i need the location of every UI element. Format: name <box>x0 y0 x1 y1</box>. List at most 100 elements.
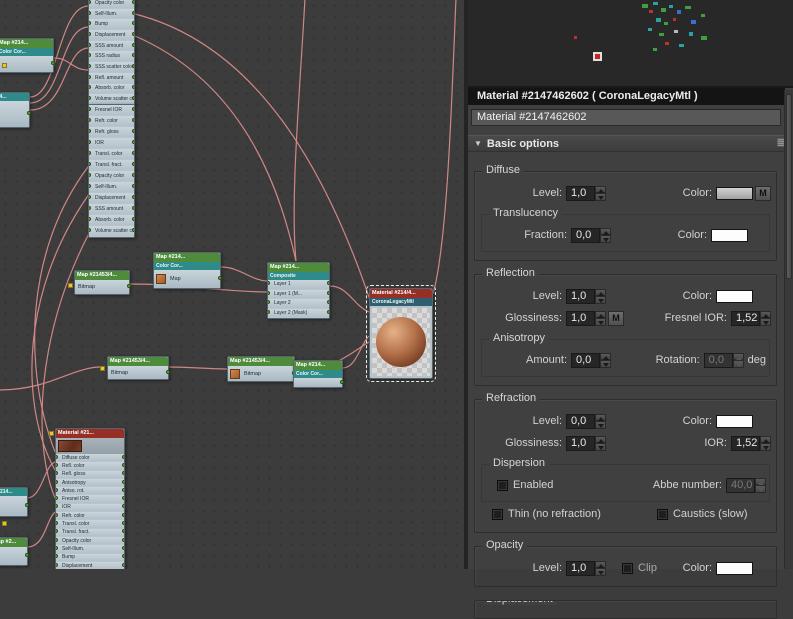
output-socket[interactable] <box>122 554 124 558</box>
output-socket[interactable] <box>132 184 134 188</box>
material-name-field[interactable]: Material #2147462602 <box>471 109 781 126</box>
output-socket[interactable] <box>122 504 124 508</box>
corona-material-node[interactable]: Material #214/4...CoronaLegacyMtl <box>369 288 433 379</box>
corona-material-node-subtitle[interactable]: CoronaLegacyMtl <box>370 298 432 306</box>
bitmap-c-title[interactable]: Map #21453/4... <box>228 357 294 366</box>
output-socket[interactable] <box>132 21 134 25</box>
spinner-up-icon[interactable] <box>760 311 771 319</box>
refraction-color-swatch[interactable] <box>716 415 753 428</box>
spinner-down-icon[interactable] <box>733 360 744 368</box>
spinner-down-icon[interactable] <box>595 193 606 201</box>
composite-node-title[interactable]: Map #214... <box>268 263 329 272</box>
map-node-bl1-subtitle[interactable]: ...#214... <box>0 488 27 496</box>
refraction-glossiness-value[interactable]: 1,0 <box>566 436 595 451</box>
color-correct-c[interactable]: Map #214...Color Cor... <box>293 360 343 388</box>
spinner-down-icon[interactable] <box>600 235 611 243</box>
output-socket[interactable] <box>132 217 134 221</box>
input-socket[interactable] <box>89 43 91 47</box>
composite-node-subtitle[interactable]: Composite <box>268 272 329 280</box>
output-socket[interactable] <box>132 0 134 4</box>
output-socket[interactable] <box>122 488 124 492</box>
spinner-down-icon[interactable] <box>595 568 606 576</box>
clip-checkbox[interactable] <box>622 563 633 574</box>
map-color-correct-a-subtitle[interactable]: Color Cor... <box>0 48 53 56</box>
input-socket[interactable] <box>89 21 91 25</box>
corona-inputs-b[interactable]: Fresnel IORRefr. colorRefr. glossIORTran… <box>88 104 135 238</box>
abbe-number-value[interactable]: 40,0 <box>726 478 755 493</box>
spinner-up-icon[interactable] <box>595 186 606 194</box>
input-socket[interactable] <box>56 480 58 484</box>
output-socket[interactable] <box>122 463 124 467</box>
fraction-spinner[interactable]: 0,0 <box>571 228 611 243</box>
panel-scrollbar[interactable] <box>784 90 793 569</box>
corona-material-node-title[interactable]: Material #214/4... <box>370 289 432 298</box>
output-socket[interactable] <box>122 529 124 533</box>
spinner-down-icon[interactable] <box>595 443 606 451</box>
output-socket[interactable] <box>132 107 134 111</box>
navigator-view[interactable] <box>468 0 793 88</box>
map-socket[interactable] <box>68 283 73 288</box>
corona-inputs-a[interactable]: Opacity colorSelf-Illum.BumpDisplacement… <box>88 0 135 106</box>
refraction-level-value[interactable]: 0,0 <box>566 414 595 429</box>
composite-node[interactable]: Map #214...CompositeLayer 1Layer 1 (M...… <box>267 262 330 319</box>
map-node-left-subtitle[interactable]: ...#214... <box>0 93 29 101</box>
output-socket[interactable] <box>132 32 134 36</box>
bitmap-b-title[interactable]: Map #21453/4... <box>108 357 168 366</box>
bitmap-a[interactable]: Map #21453/4...Bitmap <box>74 270 130 295</box>
thin-checkbox[interactable] <box>492 509 503 520</box>
fresnel-ior-spinner[interactable]: 1,52 <box>731 311 771 326</box>
opacity-color-swatch[interactable] <box>716 562 753 575</box>
node-wire[interactable] <box>169 367 227 369</box>
output-socket[interactable] <box>132 64 134 68</box>
input-socket[interactable] <box>268 291 270 295</box>
input-socket[interactable] <box>89 140 91 144</box>
node-wire[interactable] <box>330 286 369 312</box>
input-socket[interactable] <box>56 563 58 567</box>
spinner-up-icon[interactable] <box>595 289 606 297</box>
map-socket[interactable] <box>2 521 7 526</box>
output-socket[interactable] <box>132 53 134 57</box>
output-socket[interactable] <box>132 140 134 144</box>
output-socket[interactable] <box>132 228 134 232</box>
spinner-up-icon[interactable] <box>595 414 606 422</box>
node-wire[interactable] <box>221 267 267 281</box>
node-wire[interactable] <box>0 367 100 390</box>
spinner-down-icon[interactable] <box>755 485 766 493</box>
output-socket[interactable] <box>132 118 134 122</box>
input-socket[interactable] <box>56 496 58 500</box>
input-socket[interactable] <box>89 129 91 133</box>
node-canvas[interactable]: Opacity colorSelf-Illum.BumpDisplacement… <box>0 0 464 569</box>
scrollbar-thumb[interactable] <box>786 94 792 279</box>
map-node-left[interactable]: ...#214... <box>0 92 30 128</box>
output-socket[interactable] <box>122 455 124 459</box>
map-color-correct-a-title[interactable]: Map #214... <box>0 39 53 48</box>
output-socket[interactable] <box>218 276 222 280</box>
input-socket[interactable] <box>89 217 91 221</box>
node-wire[interactable] <box>135 36 296 261</box>
output-socket[interactable] <box>127 284 131 288</box>
input-socket[interactable] <box>56 529 58 533</box>
input-socket[interactable] <box>56 455 58 459</box>
output-socket[interactable] <box>340 380 344 384</box>
node-wire[interactable] <box>27 462 55 498</box>
reflection-level-value[interactable]: 1,0 <box>566 289 595 304</box>
rotation-spinner[interactable]: 0,0 <box>704 353 744 368</box>
spinner-down-icon[interactable] <box>600 360 611 368</box>
output-socket[interactable] <box>327 291 329 295</box>
color-correct-b[interactable]: Map #214...Color Cor...Map <box>153 252 221 289</box>
amount-spinner[interactable]: 0,0 <box>571 353 611 368</box>
output-socket[interactable] <box>132 43 134 47</box>
output-socket[interactable] <box>132 151 134 155</box>
input-socket[interactable] <box>56 554 58 558</box>
color-correct-c-subtitle[interactable]: Color Cor... <box>294 370 342 378</box>
input-socket[interactable] <box>56 488 58 492</box>
input-socket[interactable] <box>89 184 91 188</box>
map-node-bl1[interactable]: ...#214... <box>0 487 28 517</box>
spinner-down-icon[interactable] <box>595 318 606 326</box>
abbe-number-spinner[interactable]: 40,0 <box>726 478 766 493</box>
output-socket[interactable] <box>327 300 329 304</box>
input-socket[interactable] <box>89 228 91 232</box>
bitmap-a-title[interactable]: Map #21453/4... <box>75 271 129 280</box>
output-socket[interactable] <box>327 310 329 314</box>
output-socket[interactable] <box>122 546 124 550</box>
